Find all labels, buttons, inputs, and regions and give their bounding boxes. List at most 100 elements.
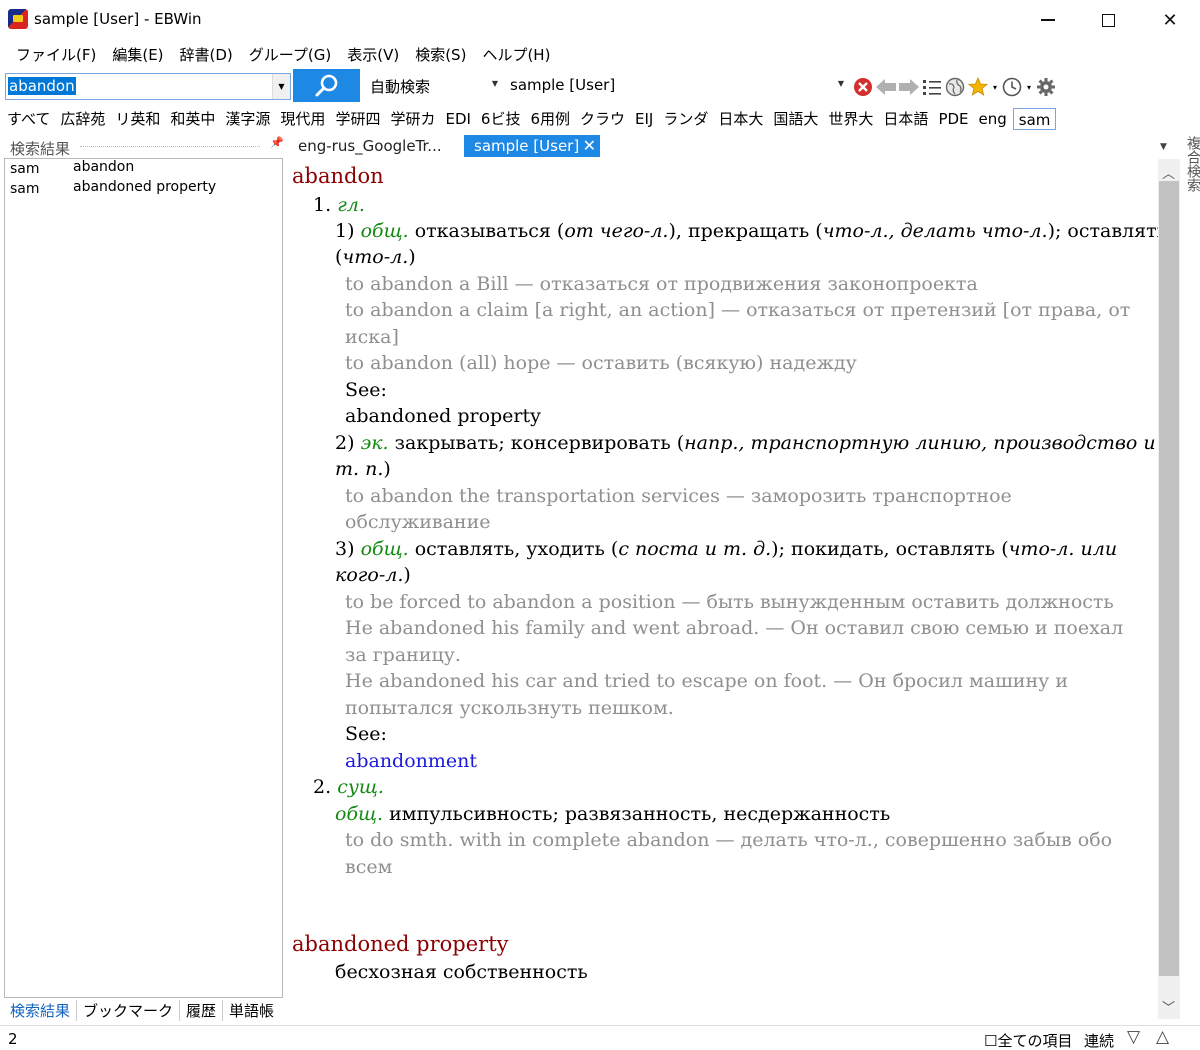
continuous-toggle[interactable]: 連続 [1084, 1030, 1114, 1050]
tab-search-results[interactable]: 検索結果 [4, 999, 78, 1021]
menu-view[interactable]: 表示(V) [339, 44, 407, 65]
group-item[interactable]: 6ビ技 [477, 108, 527, 130]
history-button[interactable] [1001, 75, 1023, 99]
result-row[interactable]: sam abandon [5, 159, 282, 179]
group-item[interactable]: リ英和 [111, 108, 166, 130]
group-item[interactable]: 漢字源 [221, 108, 276, 130]
minimize-button[interactable] [1018, 0, 1078, 40]
tab-eng-rus[interactable]: eng-rus_GoogleTr... [288, 135, 460, 157]
menu-help[interactable]: ヘルプ(H) [474, 44, 558, 65]
group-item[interactable]: 国語大 [769, 108, 824, 130]
group-item[interactable]: EDI [441, 108, 476, 130]
all-items-checkbox[interactable]: ☐全ての項目 [984, 1030, 1072, 1050]
result-row[interactable]: sam abandoned property [5, 179, 282, 199]
menu-group[interactable]: グループ(G) [241, 44, 339, 65]
definition-italic: напр., транспортную линию, производство … [684, 432, 1156, 454]
back-button[interactable] [875, 75, 897, 99]
scrollbar-thumb[interactable] [1159, 181, 1179, 976]
result-count: 2 [8, 1030, 18, 1048]
sense-number: 1. [313, 194, 332, 216]
group-item[interactable]: 世界大 [824, 108, 879, 130]
previous-result-icon[interactable]: △ [1156, 1027, 1169, 1047]
group-item[interactable]: 現代用 [276, 108, 331, 130]
definition-text: закрывать; консервировать ( [394, 432, 685, 454]
definition-text: ) [408, 246, 416, 268]
definition-text: импульсивность; развязанность, несдержан… [389, 803, 891, 825]
menu-edit[interactable]: 編集(E) [104, 44, 171, 65]
search-mode-select[interactable]: 自動検索 ▼ [370, 76, 502, 98]
divider [80, 146, 260, 147]
definition-italic: т. п. [335, 458, 384, 480]
result-word: abandon [73, 159, 135, 175]
next-result-icon[interactable]: ▽ [1127, 1027, 1140, 1047]
menu-file[interactable]: ファイル(F) [8, 44, 104, 65]
group-item[interactable]: 学研四 [331, 108, 386, 130]
definition-text: оставлять, уходить ( [414, 538, 619, 560]
group-item[interactable]: 広辞苑 [56, 108, 111, 130]
back-arrow-icon [876, 79, 896, 95]
subsense-number: 1) [335, 220, 355, 242]
entry-line: 3) общ. оставлять, уходить (с поста и т.… [335, 536, 1117, 562]
group-item[interactable]: すべて [3, 108, 56, 130]
stop-icon [854, 78, 872, 96]
example-line: to do smth. with in complete abandon — д… [345, 829, 1113, 851]
definition-italic: что-л. или [1008, 538, 1118, 560]
domain-label: общ. [335, 803, 384, 825]
chevron-up-icon[interactable]: ︿ [1162, 163, 1175, 182]
dropdown-button[interactable]: ▾ [990, 75, 1000, 99]
stop-button[interactable] [852, 75, 874, 99]
window-title: sample [User] - EBWin [34, 10, 202, 28]
maximize-button[interactable] [1078, 0, 1138, 40]
tab-history[interactable]: 履歴 [180, 999, 224, 1021]
search-history-dropdown[interactable]: ▼ [272, 74, 290, 99]
results-list[interactable]: sam abandon sam abandoned property [4, 158, 283, 998]
search-input[interactable]: abandon ▼ [5, 73, 291, 100]
chevron-down-icon: ▼ [491, 79, 498, 88]
example-line: иска] [345, 326, 399, 348]
favorite-button[interactable] [967, 75, 989, 99]
list-button[interactable] [921, 75, 943, 99]
web-button[interactable] [944, 75, 966, 99]
tab-list-dropdown[interactable]: ▼ [1160, 142, 1167, 152]
group-item[interactable]: PDE [934, 108, 974, 130]
domain-label: общ. [360, 538, 409, 560]
close-button[interactable]: ✕ [1140, 0, 1200, 40]
dropdown-button[interactable]: ▾ [1024, 75, 1034, 99]
see-link[interactable]: abandonment [345, 748, 477, 774]
menu-search[interactable]: 検索(S) [407, 44, 474, 65]
group-item[interactable]: ランダ [659, 108, 714, 130]
pin-icon[interactable]: 📌 [270, 136, 284, 149]
entry-line: 1) общ. отказываться (от чего-л.), прекр… [335, 218, 1158, 244]
group-item[interactable]: 日本大 [714, 108, 769, 130]
tab-wordbook[interactable]: 単語帳 [223, 1000, 280, 1021]
definition-text: ); покидать, оставлять ( [771, 538, 1009, 560]
forward-button[interactable] [898, 75, 920, 99]
content-scrollbar[interactable]: ︿ ﹀ [1158, 159, 1180, 1019]
group-item-active[interactable]: sam [1012, 108, 1057, 130]
definition-text: ); оставлять [1047, 220, 1158, 242]
search-button[interactable] [293, 69, 360, 102]
close-icon[interactable]: ✕ [583, 135, 596, 157]
domain-label: эк. [360, 432, 389, 454]
group-item[interactable]: 6用例 [526, 108, 576, 130]
results-pane-title: 検索結果 [10, 140, 71, 158]
chevron-down-icon[interactable]: ﹀ [1162, 997, 1175, 1016]
tab-bookmarks[interactable]: ブックマーク [77, 999, 181, 1021]
dictionary-select[interactable]: sample [User] ▼ [510, 76, 848, 98]
compound-search-side-tab[interactable]: 複合検索 [1180, 136, 1200, 192]
menu-dictionary[interactable]: 辞書(D) [172, 44, 241, 65]
title-bar: sample [User] - EBWin ✕ [0, 0, 1200, 40]
group-item[interactable]: クラウ [576, 108, 631, 130]
dictionary-select-value: sample [User] [510, 76, 616, 94]
list-icon [923, 80, 941, 95]
tab-sample-user[interactable]: sample [User] ✕ [464, 135, 600, 157]
settings-button[interactable] [1035, 75, 1057, 99]
group-item[interactable]: 日本語 [879, 108, 934, 130]
group-item[interactable]: eng [975, 108, 1013, 130]
group-item[interactable]: EIJ [631, 108, 659, 130]
definition-text: отказываться ( [414, 220, 565, 242]
see-reference: abandoned property [345, 405, 541, 427]
group-item[interactable]: 学研カ [386, 108, 441, 130]
group-item[interactable]: 和英中 [166, 108, 221, 130]
headword: abandon [292, 164, 384, 188]
